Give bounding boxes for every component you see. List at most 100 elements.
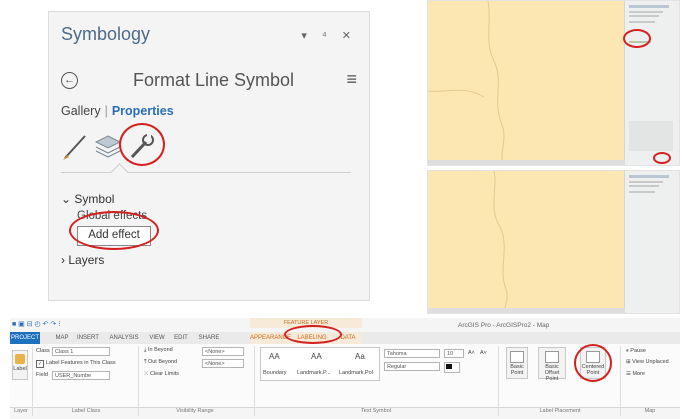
label-features-checkbox[interactable]: ✓ Label Features in This Class	[36, 360, 116, 368]
tab-view[interactable]: VIEW	[146, 332, 168, 344]
min-scale-combo[interactable]: <None>	[202, 347, 244, 356]
symbol-section-header[interactable]: ⌄ Symbol	[61, 192, 114, 206]
group-layer-label: Layer	[14, 408, 28, 414]
tab-data[interactable]: DATA	[334, 332, 362, 344]
more-button[interactable]: ☰ More	[626, 371, 645, 377]
sample-aa-3: Aa	[355, 352, 365, 361]
map-sidebar-panel	[624, 1, 679, 165]
map-statusbar	[428, 160, 625, 165]
tab-properties[interactable]: Properties	[112, 104, 174, 118]
label-features-text: Label Features in This Class	[46, 360, 116, 366]
quick-access-icons[interactable]: ■ ▣ ⊟ ◴ ↶ ↷ ⁝	[12, 320, 60, 328]
shrink-font-button[interactable]: A˅	[480, 350, 487, 356]
hamburger-menu-icon[interactable]: ≡	[346, 69, 357, 90]
symbol-section-label: Symbol	[74, 192, 115, 206]
tab-indicator	[110, 163, 129, 182]
arcgis-ribbon: ■ ▣ ⊟ ◴ ↶ ↷ ⁝ ArcGIS Pro - ArcGISPro2 - …	[10, 318, 680, 419]
map-boundaries	[493, 171, 508, 313]
centered-point-icon	[586, 351, 600, 363]
tab-edit[interactable]: EDIT	[170, 332, 192, 344]
checkbox-icon: ✓	[36, 360, 44, 368]
sample-aa-1: AA	[269, 352, 280, 361]
symbology-tabs: Gallery | Properties	[61, 104, 174, 118]
tab-share[interactable]: SHARE	[196, 332, 222, 344]
brush-icon[interactable]	[61, 130, 91, 162]
map-sidebar-panel	[624, 171, 679, 313]
grow-font-button[interactable]: A˄	[468, 350, 475, 356]
tab-separator: |	[104, 104, 108, 118]
text-symbol-gallery[interactable]: AA AA Aa Boundary Landmark.P... Landmark…	[260, 347, 380, 381]
pane-title: Symbology	[61, 24, 151, 44]
wrench-icon[interactable]	[127, 130, 157, 162]
layers-section-label: Layers	[68, 253, 105, 267]
group-text-symbol-label: Text Symbol	[361, 408, 391, 414]
centered-point-button[interactable]: Centered Point	[580, 347, 606, 379]
basic-point-icon	[510, 351, 524, 363]
class-combo[interactable]: Class 1	[52, 347, 110, 356]
group-map-label: Map	[644, 408, 656, 414]
field-label: Field	[36, 372, 48, 378]
in-beyond-text: In Beyond	[147, 347, 173, 353]
sample-aa-2: AA	[311, 352, 322, 361]
format-line-symbol-title: Format Line Symbol	[133, 70, 295, 90]
pause-text: Pause	[630, 348, 646, 354]
style-landmark-1: Landmark.P...	[297, 370, 331, 376]
ribbon-body: Label Class Class 1 ✓ Label Features in T…	[10, 344, 680, 408]
group-separator	[32, 346, 33, 416]
global-effects-label: Global effects	[77, 210, 148, 222]
tab-project[interactable]: PROJECT	[10, 332, 40, 344]
in-beyond-button[interactable]: ⤓ In Beyond	[144, 347, 173, 354]
style-boundary: Boundary	[263, 370, 287, 376]
font-color-picker[interactable]	[444, 362, 460, 373]
label-button[interactable]: Label	[12, 350, 28, 380]
group-separator	[138, 346, 139, 416]
group-label-class-label: Label Class	[71, 408, 101, 414]
basic-offset-point-text: Basic Offset Point	[544, 364, 560, 382]
clear-limits-text: Clear Limits	[149, 371, 179, 377]
chevron-down-icon: ⌄	[61, 192, 72, 206]
basic-point-button[interactable]: Basic Point	[506, 347, 528, 379]
tab-labeling[interactable]: LABELING	[292, 332, 332, 344]
label-tag-icon	[15, 354, 25, 364]
group-visibility-range-label: Visibility Range	[176, 408, 214, 414]
font-style-combo[interactable]: Regular	[384, 362, 440, 371]
group-separator	[254, 346, 255, 416]
tab-appearance[interactable]: APPEARANCE	[250, 332, 291, 344]
tab-map[interactable]: MAP	[52, 332, 72, 344]
basic-point-text: Basic Point	[510, 364, 524, 376]
centered-point-text: Centered Point	[581, 364, 605, 376]
basic-offset-point-button[interactable]: Basic Offset Point	[538, 347, 566, 382]
tab-insert[interactable]: INSERT	[74, 332, 102, 344]
group-separator	[620, 346, 621, 416]
chevron-right-icon: ›	[61, 253, 65, 267]
map-statusbar	[428, 308, 625, 313]
clear-limits-button[interactable]: ⤫ Clear Limits	[144, 371, 179, 378]
map-view-bottom[interactable]	[427, 170, 680, 314]
tab-analysis[interactable]: ANALYSIS	[106, 332, 142, 344]
font-name-combo[interactable]: Tahoma	[384, 349, 440, 358]
field-combo[interactable]: USER_Numbe	[52, 371, 110, 380]
label-button-text: Label	[13, 366, 27, 372]
font-size-combo[interactable]: 10	[444, 349, 464, 358]
tab-gallery[interactable]: Gallery	[61, 104, 101, 118]
symbology-pane: Symbology ▾ ⁴ ✕ ← Format Line Symbol ≡ G…	[48, 11, 370, 301]
group-separator	[498, 346, 499, 416]
pause-button[interactable]: ⏸ Pause	[626, 348, 646, 355]
out-beyond-button[interactable]: ⤒ Out Beyond	[144, 359, 177, 366]
map-view-top[interactable]	[427, 0, 680, 166]
offset-point-icon	[545, 351, 559, 363]
pane-window-controls[interactable]: ▾ ⁴ ✕	[301, 29, 357, 42]
out-beyond-text: Out Beyond	[147, 359, 178, 365]
context-group-title: FEATURE LAYER	[250, 318, 362, 328]
layers-section-header[interactable]: › Layers	[61, 253, 104, 267]
add-effect-button[interactable]: Add effect	[77, 226, 151, 246]
map-boundaries	[428, 1, 505, 165]
back-arrow-icon[interactable]: ←	[61, 72, 78, 89]
max-scale-combo[interactable]: <None>	[202, 359, 244, 368]
group-label-placement-label: Label Placement	[539, 408, 581, 414]
section-divider	[61, 172, 351, 173]
layers-stack-icon[interactable]	[93, 130, 123, 162]
more-text: More	[632, 371, 645, 377]
class-label: Class	[36, 348, 50, 354]
view-unplaced-button[interactable]: ⊞ View Unplaced	[626, 359, 669, 365]
